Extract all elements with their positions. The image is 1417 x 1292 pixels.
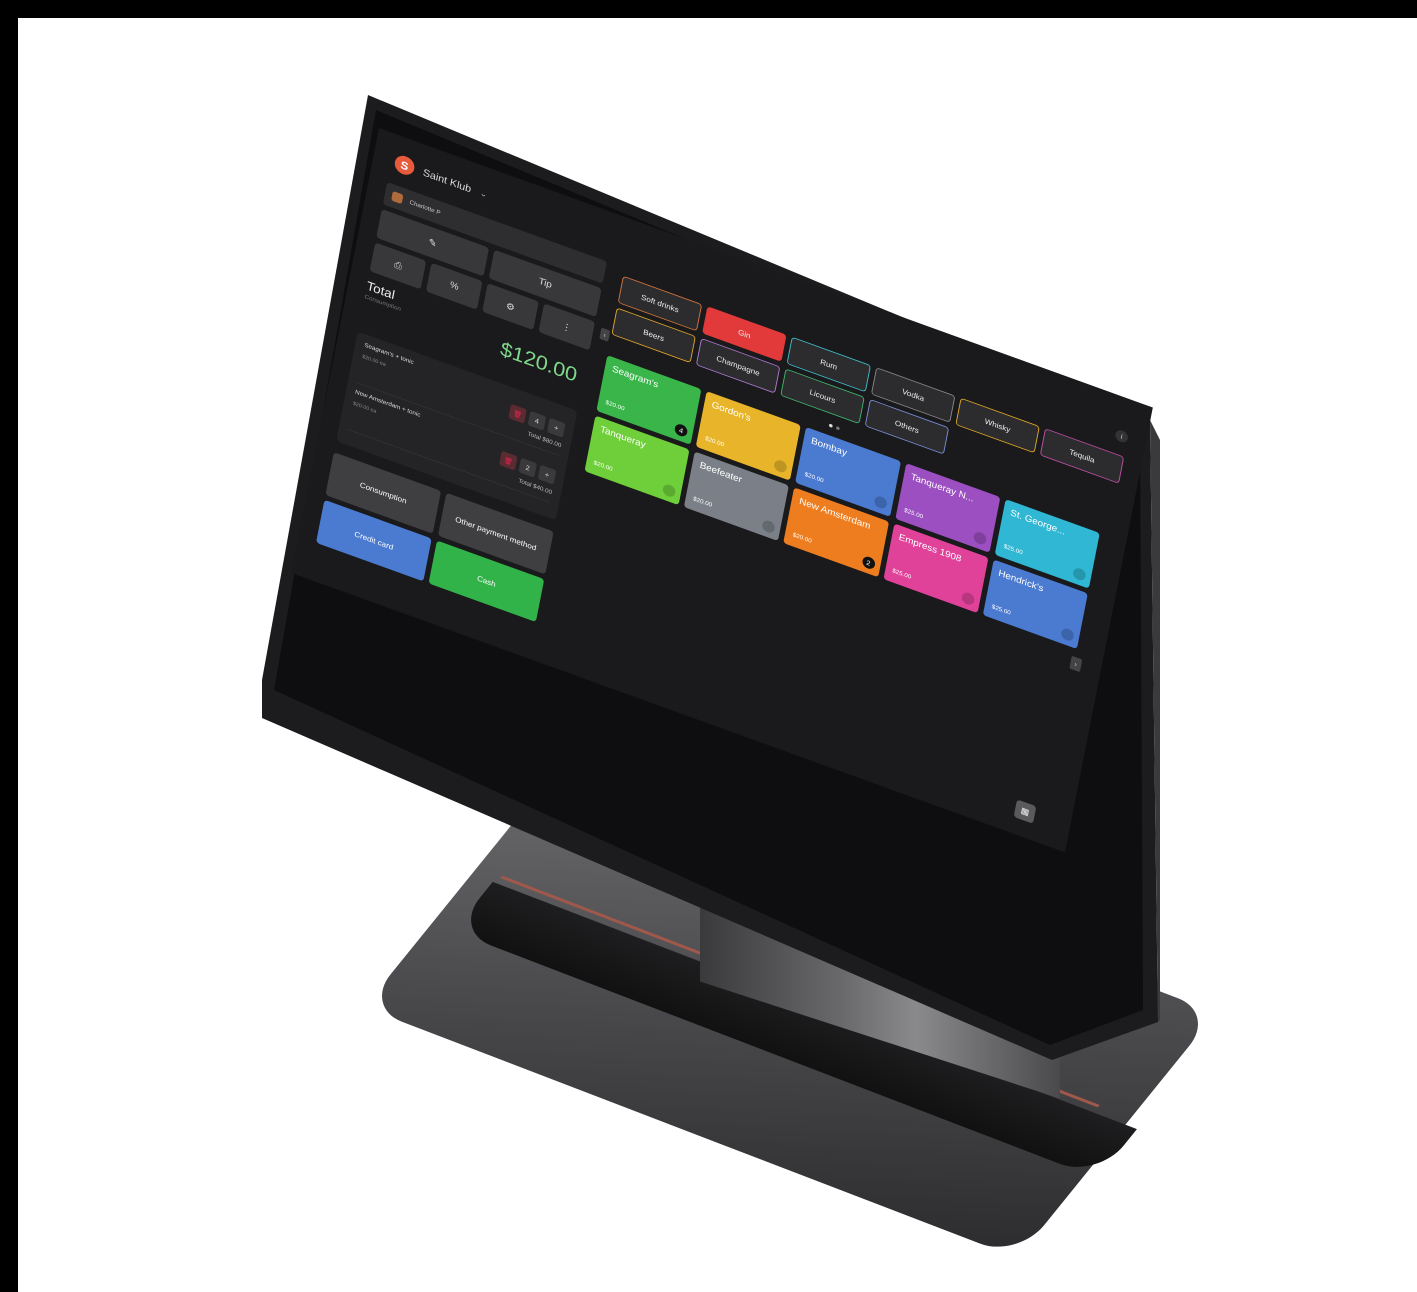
tile-corner-dot (1060, 626, 1075, 643)
page-dot[interactable] (828, 423, 833, 428)
product-name: Bombay (810, 435, 848, 459)
qty-value: 2 (518, 457, 538, 478)
product-name: Seagram's (611, 364, 660, 391)
user-name: Charlotte P (409, 199, 441, 216)
shop-name[interactable]: Saint Klub (422, 166, 472, 194)
tip-label: Tip (537, 276, 553, 291)
qty-value: 4 (527, 410, 547, 431)
quantity-badge: 4 (673, 422, 689, 439)
tile-corner-dot (1072, 566, 1087, 582)
grid-icon[interactable]: ▦ (1013, 799, 1037, 824)
page-indicator (828, 423, 840, 431)
tile-corner-dot (773, 458, 789, 475)
product-price: $20.00 (593, 460, 613, 473)
product-name: Gordon's (710, 400, 752, 424)
tile-corner-dot (662, 482, 677, 499)
avatar (391, 190, 404, 205)
product-name: St. George... (1009, 507, 1067, 538)
product-name: Tanqueray N... (909, 471, 975, 505)
product-price: $20.00 (604, 399, 625, 413)
tab-tequila[interactable]: Tequila (1039, 428, 1125, 484)
plus-icon[interactable]: + (537, 464, 557, 485)
printer-icon: ⎙ (393, 259, 403, 272)
chevron-right-icon[interactable]: › (1069, 655, 1083, 673)
info-icon[interactable]: i (1114, 428, 1129, 445)
product-price: $25.00 (991, 604, 1012, 617)
tile-corner-dot (873, 494, 888, 511)
delete-icon[interactable]: 🗑 (499, 450, 518, 471)
percent-icon: % (448, 279, 460, 293)
quantity-badge: 2 (861, 554, 876, 571)
product-price: $25.00 (1003, 543, 1024, 557)
plus-icon[interactable]: + (546, 417, 566, 438)
product-price: $25.00 (891, 568, 912, 581)
product-price: $20.00 (704, 435, 725, 449)
tile-corner-dot (960, 590, 976, 607)
brand-logo: S (393, 153, 416, 178)
tab-whisky[interactable]: Whisky (955, 397, 1040, 454)
product-price: $25.00 (903, 507, 924, 521)
chevron-down-icon[interactable]: ⌄ (479, 188, 488, 199)
more-icon: ⋮ (560, 320, 573, 334)
tile-corner-dot (972, 530, 988, 547)
product-price: $20.00 (692, 496, 713, 509)
note-icon: ✎ (427, 236, 438, 250)
product-price: $20.00 (804, 471, 824, 485)
tile-corner-dot (761, 518, 777, 535)
product-price: $20.00 (792, 532, 813, 545)
delete-icon[interactable]: 🗑 (508, 403, 527, 424)
gear-icon: ⚙ (505, 300, 516, 314)
page-dot[interactable] (835, 425, 840, 431)
chevron-left-icon[interactable]: ‹ (599, 327, 611, 342)
